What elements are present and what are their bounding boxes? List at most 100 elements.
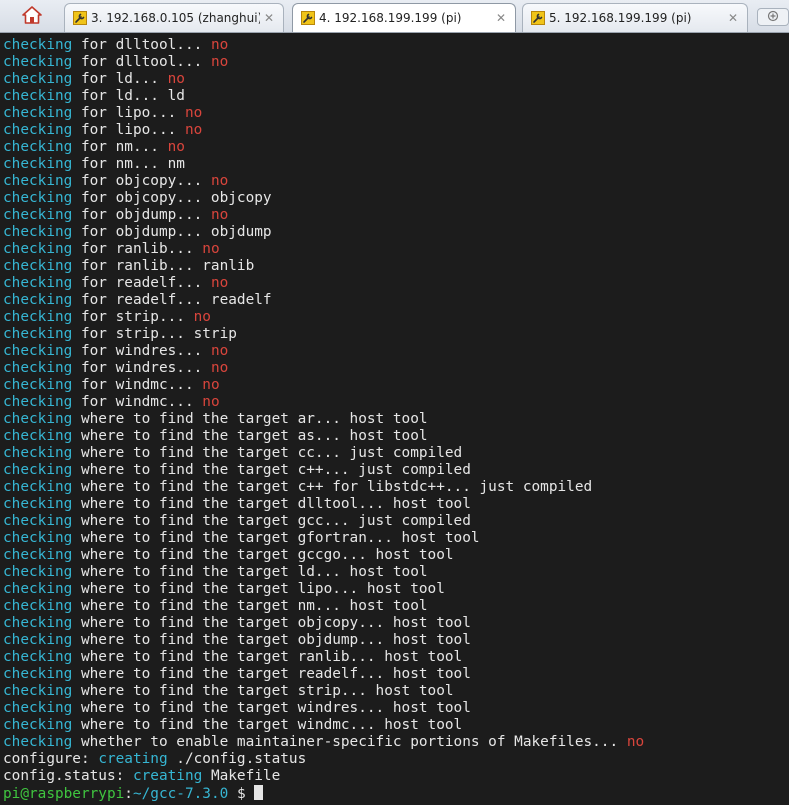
tab-bar: 3. 192.168.0.105 (zhanghui) ✕ 4. 192.168… [0,0,789,33]
terminal-text: for objcopy... [72,173,211,189]
tab-label: 3. 192.168.0.105 (zhanghui) [91,11,260,25]
terminal-text: config.status: [3,768,133,784]
terminal-line: checking where to find the target ld... … [3,564,644,581]
terminal-text: checking [3,462,73,478]
terminal-line: checking for objdump... objdump [3,224,644,241]
home-button[interactable] [4,3,60,31]
terminal-text: checking [3,479,73,495]
terminal-line: checking for readelf... no [3,275,644,292]
terminal-text: no [210,207,229,223]
terminal-text: checking [3,377,73,393]
terminal-line: checking where to find the target gfortr… [3,530,644,547]
terminal-text: checking [3,275,73,291]
wrench-session-icon [301,11,315,25]
terminal-text: checking [3,190,73,206]
terminal-text: where to find the target c++... just com… [72,462,471,478]
terminal-text: where to find the target objdump... host… [72,632,471,648]
terminal-text: no [210,173,229,189]
terminal-text: where to find the target cc... just comp… [72,445,463,461]
terminal-line: checking where to find the target objdum… [3,632,644,649]
tab-label: 5. 192.168.199.199 (pi) [549,11,692,25]
close-icon[interactable]: ✕ [728,11,738,25]
terminal-text: where to find the target ar... host tool [72,411,428,427]
terminal-line: checking for ld... no [3,71,644,88]
terminal-text: no [202,377,220,393]
terminal-text: checking [3,309,73,325]
terminal-text: where to find the target ranlib... host … [72,649,463,665]
terminal-text: checking [3,428,73,444]
terminal-line: checking where to find the target lipo..… [3,581,644,598]
terminal-line: checking where to find the target windmc… [3,717,644,734]
tab-session-4[interactable]: 4. 192.168.199.199 (pi) ✕ [292,3,516,32]
terminal-text: whether to enable maintainer-specific po… [72,734,627,750]
terminal-text: ./config.status [167,751,307,767]
tab-session-3[interactable]: 3. 192.168.0.105 (zhanghui) ✕ [64,3,284,32]
terminal-line: checking for readelf... readelf [3,292,644,309]
terminal-text: where to find the target objcopy... host… [72,615,471,631]
terminal-text: creating [132,768,203,784]
prompt-user-host: pi@raspberrypi [3,786,125,802]
terminal-text: checking [3,581,73,597]
terminal-text: checking [3,207,73,223]
terminal-text: checking [3,173,73,189]
terminal-text: for dlltool... [72,54,211,70]
terminal-text: for dlltool... [72,37,211,53]
new-tab-icon [767,10,779,25]
terminal-text: for lipo... [72,122,185,138]
terminal-text: checking [3,394,73,410]
terminal-text: checking [3,156,73,172]
close-icon[interactable]: ✕ [264,11,274,25]
terminal-line: checking where to find the target nm... … [3,598,644,615]
terminal-text: for objcopy... objcopy [72,190,272,206]
terminal-text: checking [3,292,73,308]
tab-session-5[interactable]: 5. 192.168.199.199 (pi) ✕ [522,3,748,32]
terminal-text: where to find the target windmc... host … [72,717,463,733]
terminal-text: checking [3,88,73,104]
terminal-line: checking for windres... no [3,360,644,377]
terminal-text: checking [3,258,73,274]
terminal-text: where to find the target windres... host… [72,700,471,716]
terminal-text: checking [3,700,73,716]
terminal-text: checking [3,343,73,359]
terminal-text: for readelf... readelf [72,292,272,308]
terminal-text: checking [3,598,73,614]
terminal-text: checking [3,683,73,699]
terminal-text: no [167,139,185,155]
terminal-text: Makefile [202,768,281,784]
terminal-line: checking for strip... strip [3,326,644,343]
terminal-text: for windmc... [72,394,203,410]
terminal-line: checking for dlltool... no [3,54,644,71]
terminal-text: checking [3,734,73,750]
terminal-text: where to find the target dlltool... host… [72,496,471,512]
terminal-text: no [184,105,203,121]
terminal-text: checking [3,139,73,155]
terminal-text: checking [3,326,73,342]
terminal-text: checking [3,632,73,648]
terminal-line: configure: creating ./config.status [3,751,644,768]
terminal-line: checking where to find the target objcop… [3,615,644,632]
terminal-text: checking [3,122,73,138]
terminal-text: no [210,360,229,376]
prompt-symbol: $ [228,786,255,802]
terminal-text: for ld... ld [72,88,185,104]
terminal-text: no [210,343,229,359]
terminal-line: checking for objcopy... no [3,173,644,190]
terminal-line: checking where to find the target dlltoo… [3,496,644,513]
terminal-text: checking [3,105,73,121]
terminal-text: where to find the target nm... host tool [72,598,428,614]
terminal-text: checking [3,564,73,580]
terminal-line: checking where to find the target gccgo.… [3,547,644,564]
terminal-text: no [202,241,220,257]
terminal-text: where to find the target as... host tool [72,428,428,444]
terminal-text: for nm... [72,139,168,155]
terminal-text: checking [3,224,73,240]
close-icon[interactable]: ✕ [496,11,506,25]
terminal-output[interactable]: checking for dlltool... no checking for d… [0,33,789,805]
terminal-line: checking where to find the target c++...… [3,462,644,479]
new-tab-button[interactable] [757,8,789,26]
terminal-text: where to find the target strip... host t… [72,683,454,699]
terminal-line: checking for strip... no [3,309,644,326]
terminal-text: checking [3,360,73,376]
terminal-line: checking for windmc... no [3,377,644,394]
terminal-line: checking where to find the target gcc...… [3,513,644,530]
